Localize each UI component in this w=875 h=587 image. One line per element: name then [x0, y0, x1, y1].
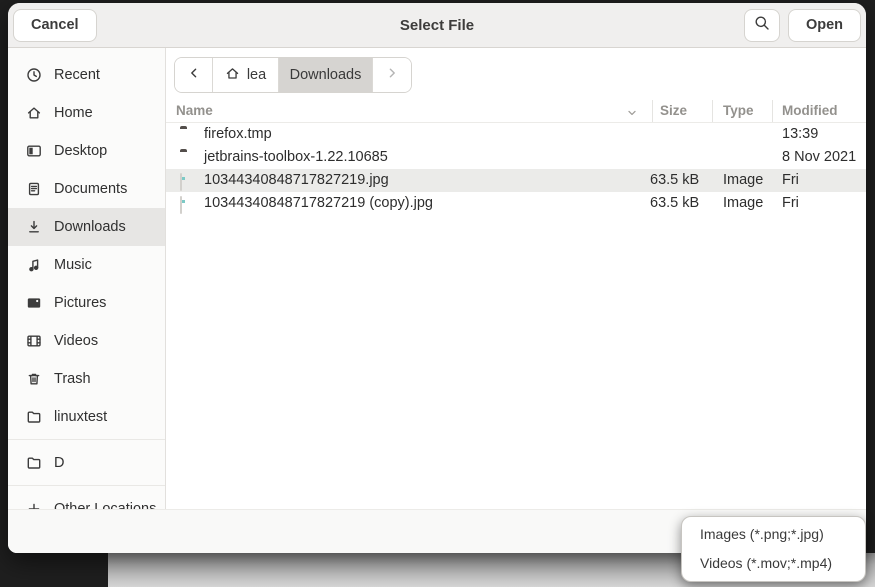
file-name: firefox.tmp — [204, 123, 272, 146]
path-bar: lea Downloads — [174, 57, 412, 93]
file-modified: Fri — [782, 169, 799, 192]
sidebar-item-downloads[interactable]: Downloads — [8, 208, 165, 246]
file-name: 10344340848717827219 (copy).jpg — [204, 192, 433, 215]
sidebar-item-linuxtest[interactable]: linuxtest — [8, 398, 165, 436]
file-row[interactable]: 10344340848717827219 (copy).jpg 63.5 kB … — [166, 192, 866, 215]
sidebar-item-label: Recent — [54, 67, 100, 83]
folder-icon — [26, 409, 42, 425]
file-row[interactable]: jetbrains-toolbox-1.22.10685 8 Nov 2021 — [166, 146, 866, 169]
download-icon — [26, 219, 42, 235]
forward-button[interactable] — [373, 58, 411, 92]
dialog-title: Select File — [400, 17, 474, 34]
column-divider — [652, 100, 653, 122]
filter-option-videos[interactable]: Videos (*.mov;*.mp4) — [682, 549, 865, 578]
header-actions: Open — [744, 9, 861, 42]
sidebar-item-d[interactable]: D — [8, 444, 165, 482]
column-header-modified[interactable]: Modified — [782, 100, 838, 122]
sidebar-item-label: D — [54, 455, 64, 471]
sidebar: Recent Home Desktop — [8, 48, 166, 509]
column-header-name[interactable]: Name — [176, 100, 213, 122]
cancel-button[interactable]: Cancel — [13, 9, 97, 42]
open-button[interactable]: Open — [788, 9, 861, 42]
path-segment-current[interactable]: Downloads — [279, 58, 373, 92]
sidebar-item-label: Pictures — [54, 295, 106, 311]
chevron-left-icon — [187, 66, 201, 84]
desktop-icon — [26, 143, 42, 159]
sidebar-item-label: Videos — [54, 333, 98, 349]
file-type: Image — [723, 192, 763, 215]
filter-option-images[interactable]: Images (*.png;*.jpg) — [682, 520, 865, 549]
home-icon — [225, 66, 240, 85]
sidebar-item-home[interactable]: Home — [8, 94, 165, 132]
sidebar-item-documents[interactable]: Documents — [8, 170, 165, 208]
sidebar-item-label: Other Locations — [54, 501, 156, 509]
sidebar-item-other-locations[interactable]: Other Locations — [8, 490, 165, 509]
file-name: jetbrains-toolbox-1.22.10685 — [204, 146, 388, 169]
sort-indicator-icon[interactable] — [626, 106, 638, 121]
file-filter-popup: Images (*.png;*.jpg) Videos (*.mov;*.mp4… — [681, 516, 866, 582]
list-header: Name Size Type Modified — [166, 100, 866, 123]
sidebar-item-label: Downloads — [54, 219, 126, 235]
sidebar-item-recent[interactable]: Recent — [8, 56, 165, 94]
header-bar: Cancel Select File Open — [8, 3, 866, 48]
sidebar-item-trash[interactable]: Trash — [8, 360, 165, 398]
picture-icon — [26, 295, 42, 311]
image-icon — [180, 173, 182, 191]
file-chooser-dialog: Cancel Select File Open Recent — [8, 3, 866, 553]
clock-icon — [26, 67, 42, 83]
folder-icon — [26, 455, 42, 471]
sidebar-item-label: Documents — [54, 181, 127, 197]
file-modified: 8 Nov 2021 — [782, 146, 856, 169]
column-divider — [712, 100, 713, 122]
sidebar-separator — [8, 439, 165, 440]
sidebar-item-label: Desktop — [54, 143, 107, 159]
sidebar-item-label: linuxtest — [54, 409, 107, 425]
dialog-body: Recent Home Desktop — [8, 48, 866, 509]
screen: Cancel Select File Open Recent — [0, 0, 875, 587]
search-icon — [754, 15, 770, 35]
sidebar-item-desktop[interactable]: Desktop — [8, 132, 165, 170]
file-size: 63.5 kB — [650, 192, 699, 215]
sidebar-item-music[interactable]: Music — [8, 246, 165, 284]
chevron-right-icon — [385, 66, 399, 84]
path-segment-home[interactable]: lea — [213, 58, 279, 92]
sidebar-separator — [8, 485, 165, 486]
column-header-size[interactable]: Size — [660, 100, 687, 122]
sidebar-item-label: Trash — [54, 371, 91, 387]
home-icon — [26, 105, 42, 121]
content-pane: lea Downloads Name Size — [166, 48, 866, 509]
path-segment-label: lea — [247, 67, 266, 83]
document-icon — [26, 181, 42, 197]
back-button[interactable] — [175, 58, 213, 92]
file-type: Image — [723, 169, 763, 192]
column-header-type[interactable]: Type — [723, 100, 754, 122]
search-button[interactable] — [744, 9, 780, 42]
image-icon — [180, 196, 182, 214]
trash-icon — [26, 371, 42, 387]
file-size: 63.5 kB — [650, 169, 699, 192]
column-divider — [772, 100, 773, 122]
sidebar-item-label: Home — [54, 105, 93, 121]
file-list: firefox.tmp 13:39 jetbrains-toolbox-1.22… — [166, 123, 866, 215]
plus-icon — [26, 501, 42, 509]
music-note-icon — [26, 257, 42, 273]
sidebar-item-videos[interactable]: Videos — [8, 322, 165, 360]
sidebar-item-label: Music — [54, 257, 92, 273]
file-modified: Fri — [782, 192, 799, 215]
file-name: 10344340848717827219.jpg — [204, 169, 389, 192]
film-icon — [26, 333, 42, 349]
sidebar-item-pictures[interactable]: Pictures — [8, 284, 165, 322]
file-row[interactable]: firefox.tmp 13:39 — [166, 123, 866, 146]
file-modified: 13:39 — [782, 123, 818, 146]
file-row-selected[interactable]: 10344340848717827219.jpg 63.5 kB Image F… — [166, 169, 866, 192]
